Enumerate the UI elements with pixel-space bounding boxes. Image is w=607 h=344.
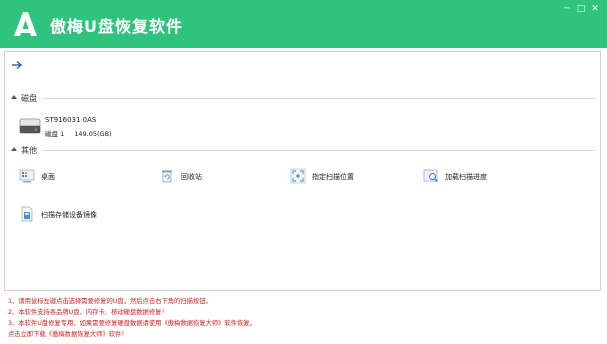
other-section-header[interactable]: 其他 <box>11 145 596 155</box>
disk-info: 磁盘 1 149.05(GB) <box>45 128 112 138</box>
load-scan-label: 加载扫描进度 <box>445 173 487 181</box>
recycle-bin-item[interactable]: 回收站 <box>159 168 279 186</box>
collapse-triangle-icon <box>11 95 17 99</box>
back-arrow-icon[interactable] <box>11 60 23 70</box>
maximize-button[interactable]: □ <box>575 4 587 15</box>
image-scan-item[interactable]: 扫描存储设备镜像 <box>19 206 139 224</box>
image-scan-label: 扫描存储设备镜像 <box>41 211 97 219</box>
collapse-triangle-icon <box>11 147 17 151</box>
title-bar: 傲梅U盘恢复软件 ─ □ ✕ <box>0 0 607 48</box>
desktop-item[interactable]: 桌面 <box>19 168 139 186</box>
desktop-icon <box>19 169 35 183</box>
disk-item[interactable]: ST916031 0AS 磁盘 1 149.05(GB) <box>19 114 139 138</box>
app-logo-icon <box>14 12 37 36</box>
notes: 1、请用鼠标左键点击选择需要修复的U盘，然后点击右下角的扫描按钮。 2、本软件支… <box>8 296 256 340</box>
note-line: 3、本软件U盘修复专用，如果需要修复硬盘数据请使用《傲梅数据恢复大师》软件恢复。 <box>8 320 256 327</box>
main-panel: 磁盘 ST916031 0AS 磁盘 1 149.05(GB) 其他 桌面 回收… <box>4 51 601 291</box>
section-divider <box>43 150 596 151</box>
close-button[interactable]: ✕ <box>589 4 601 15</box>
desktop-label: 桌面 <box>41 173 55 181</box>
specify-location-item[interactable]: 指定扫描位置 <box>290 168 410 186</box>
disk-name: ST916031 0AS <box>45 116 97 124</box>
specify-location-label: 指定扫描位置 <box>312 173 354 181</box>
minimize-button[interactable]: ─ <box>561 4 573 15</box>
app-title: 傲梅U盘恢复软件 <box>50 17 183 36</box>
note-line: 2、本软件支持各品牌U盘、内存卡、移动硬盘数据修复！ <box>8 309 168 316</box>
disk-section-header[interactable]: 磁盘 <box>11 93 596 103</box>
note-line: 1、请用鼠标左键点击选择需要修复的U盘，然后点击右下角的扫描按钮。 <box>8 298 212 305</box>
load-scan-icon <box>423 169 438 182</box>
load-scan-item[interactable]: 加载扫描进度 <box>423 168 543 186</box>
disk-index: 磁盘 1 <box>45 130 65 138</box>
section-divider <box>43 98 596 99</box>
window-controls: ─ □ ✕ <box>561 4 601 15</box>
other-section-label: 其他 <box>21 146 37 155</box>
disk-size: 149.05(GB) <box>74 130 112 138</box>
download-link[interactable]: 点击立即下载《傲梅数据恢复大师》软件！ <box>8 329 256 340</box>
disk-section-label: 磁盘 <box>21 94 37 103</box>
disk-image-icon <box>21 206 33 222</box>
recycle-bin-label: 回收站 <box>181 173 202 181</box>
recycle-bin-icon <box>162 170 172 183</box>
hard-drive-icon <box>19 118 41 134</box>
scan-location-icon <box>290 168 306 184</box>
